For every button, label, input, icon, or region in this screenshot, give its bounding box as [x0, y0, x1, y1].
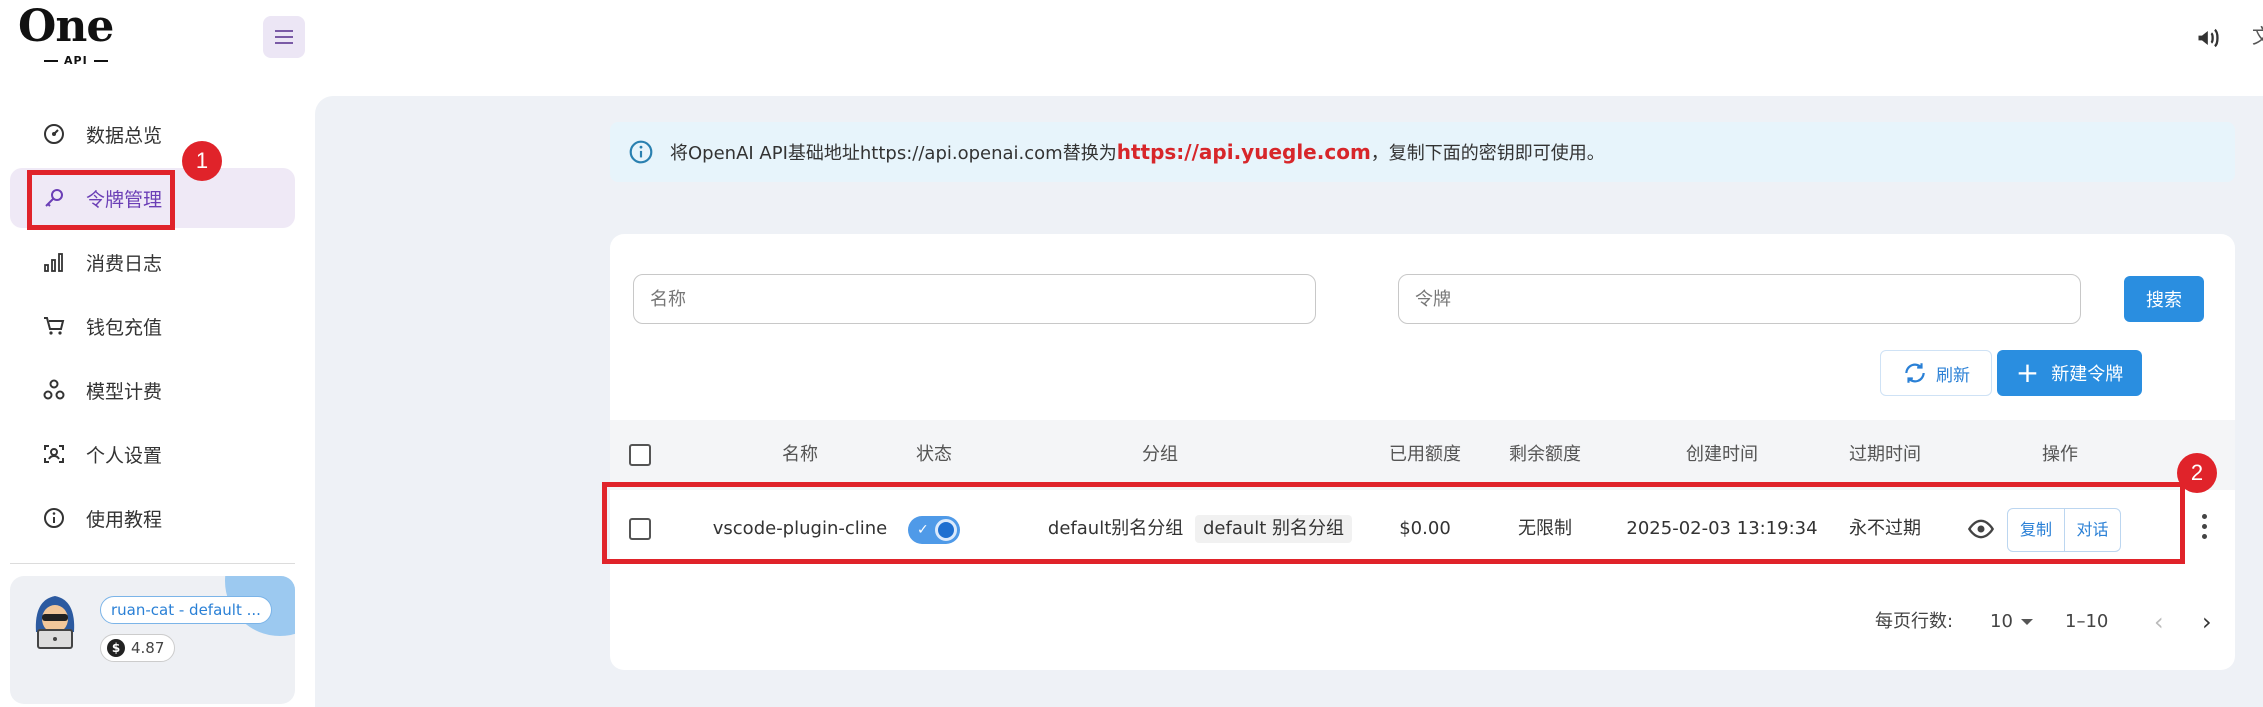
logo-text: One: [18, 1, 114, 52]
refresh-button[interactable]: 刷新: [1880, 350, 1992, 396]
info-icon: [40, 504, 68, 532]
header-expires[interactable]: 过期时间: [1825, 420, 1945, 490]
sidebar-item-wallet[interactable]: 钱包充值: [10, 296, 295, 356]
rows-per-page-select[interactable]: 10: [1990, 602, 2033, 642]
header-remaining[interactable]: 剩余额度: [1490, 420, 1600, 490]
bar-chart-icon: [40, 248, 68, 276]
header-created[interactable]: 创建时间: [1652, 420, 1792, 490]
search-button[interactable]: 搜索: [2124, 276, 2204, 322]
more-options-icon[interactable]: [2200, 514, 2208, 544]
refresh-label: 刷新: [1936, 365, 1970, 386]
notice-suffix: ，复制下面的密钥即可使用。: [1370, 143, 1605, 164]
sidebar-item-label: 模型计费: [86, 380, 163, 403]
user-card[interactable]: ruan-cat - default ... $ 4.87: [10, 576, 295, 704]
plus-icon: +: [2015, 356, 2040, 389]
logo-subtitle: API: [38, 54, 114, 67]
sidebar-item-label: 钱包充值: [86, 316, 163, 339]
avatar[interactable]: [28, 592, 82, 650]
table-header: 名称 状态 分组 已用额度 剩余额度 创建时间 过期时间 操作: [610, 420, 2235, 490]
header-name[interactable]: 名称: [720, 420, 880, 490]
prev-page-icon[interactable]: ‹: [2154, 602, 2164, 642]
main-content: 将OpenAI API基础地址https://api.openai.com替换为…: [315, 96, 2263, 707]
token-search-input[interactable]: [1398, 274, 2081, 324]
new-token-label: 新建令牌: [2051, 364, 2124, 385]
token-table-card: 搜索 刷新 + 新建令牌 名称 状态 分组 已用额度 剩余额度 创建时间 过期时…: [610, 234, 2235, 670]
api-notice: 将OpenAI API基础地址https://api.openai.com替换为…: [610, 122, 2235, 182]
highlight-box-1: [27, 170, 175, 230]
step-badge-2: 2: [2177, 453, 2217, 493]
sidebar-item-label: 消费日志: [86, 252, 163, 275]
select-all-checkbox[interactable]: [629, 444, 651, 466]
notice-prefix: 将OpenAI API基础地址https://api.openai.com替换为: [670, 143, 1117, 164]
highlight-box-2: [602, 482, 2185, 564]
menu-toggle-button[interactable]: [263, 16, 305, 58]
pagination: 每页行数: 10 1–10 ‹ ›: [610, 602, 2235, 642]
sidebar-item-settings[interactable]: 个人设置: [10, 424, 295, 484]
info-circle-icon: [629, 140, 653, 164]
page-range: 1–10: [2065, 611, 2109, 632]
sidebar-item-label: 使用教程: [86, 508, 163, 531]
header-used[interactable]: 已用额度: [1370, 420, 1480, 490]
app-logo[interactable]: One API: [18, 2, 128, 68]
header-actions: 操作: [2042, 444, 2078, 465]
sidebar-divider: [10, 563, 295, 564]
language-icon[interactable]: 文: [2252, 20, 2263, 49]
header-status[interactable]: 状态: [894, 420, 974, 490]
balance-value: 4.87: [131, 639, 165, 657]
face-scan-icon: [40, 440, 68, 468]
cart-icon: [40, 312, 68, 340]
sidebar-item-dashboard[interactable]: 数据总览: [10, 104, 295, 164]
rows-per-page-label: 每页行数:: [1875, 611, 1954, 632]
sidebar-item-label: 数据总览: [86, 124, 163, 147]
notice-base-url: https://api.yuegle.com: [1116, 140, 1371, 164]
sidebar-item-tutorial[interactable]: 使用教程: [10, 488, 295, 548]
hamburger-icon: [275, 30, 293, 44]
sidebar-item-label: 个人设置: [86, 444, 163, 467]
step-badge-1: 1: [182, 141, 222, 181]
header-group[interactable]: 分组: [1090, 420, 1230, 490]
models-icon: [40, 376, 68, 404]
sidebar-item-logs[interactable]: 消费日志: [10, 232, 295, 292]
balance-badge: $ 4.87: [100, 634, 176, 662]
sidebar-item-pricing[interactable]: 模型计费: [10, 360, 295, 420]
refresh-icon: [1905, 363, 1925, 383]
user-group-tag[interactable]: ruan-cat - default ...: [100, 596, 272, 624]
gauge-icon: [40, 120, 68, 148]
megaphone-icon[interactable]: [2195, 24, 2223, 52]
next-page-icon[interactable]: ›: [2202, 602, 2212, 642]
name-search-input[interactable]: [633, 274, 1316, 324]
new-token-button[interactable]: + 新建令牌: [1997, 350, 2142, 396]
dollar-icon: $: [107, 639, 125, 657]
